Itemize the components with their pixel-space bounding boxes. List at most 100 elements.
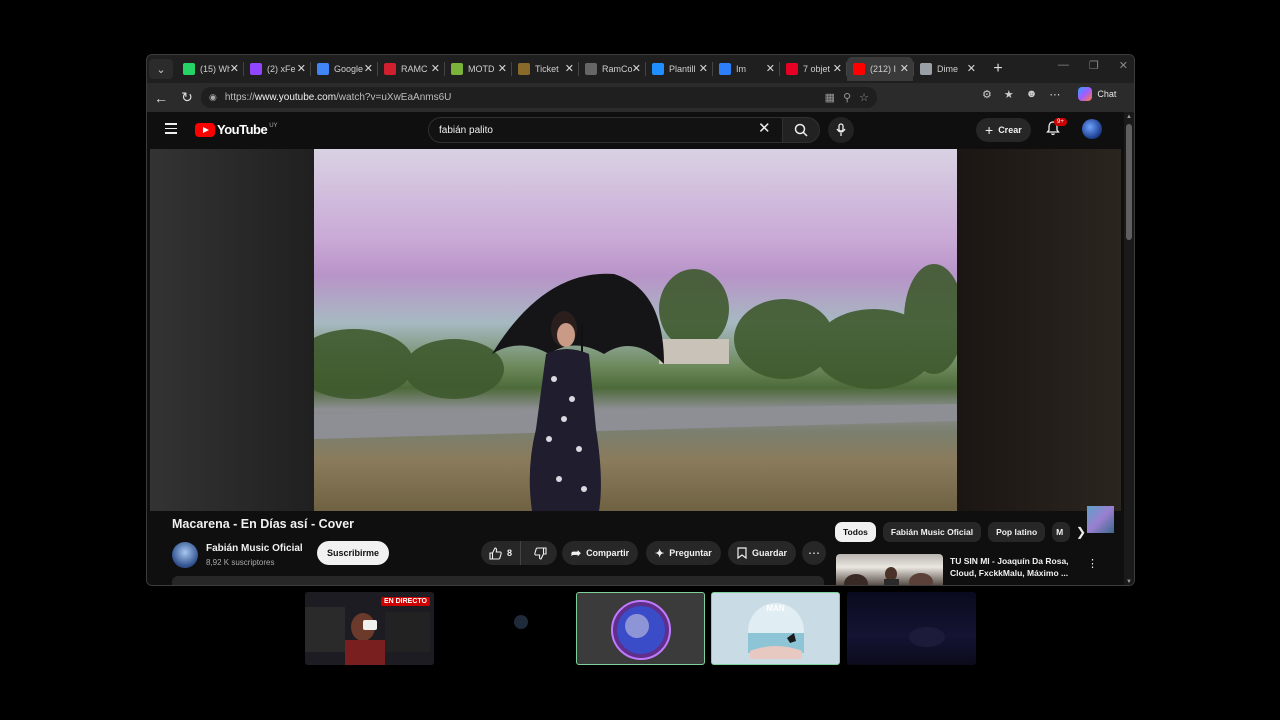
lock-icon[interactable]: ◉ [209, 92, 217, 103]
tab-close-icon[interactable]: ✕ [364, 62, 373, 75]
browser-tab[interactable]: Plantill ✕ [646, 57, 712, 81]
new-tab-plus-icon[interactable]: + [986, 60, 1010, 78]
like-button[interactable]: 8 [481, 541, 522, 565]
night-preview [909, 627, 945, 647]
user-avatar[interactable] [1082, 119, 1102, 139]
browser-tab[interactable]: Ticket ✕ [512, 57, 578, 81]
hamburger-menu-icon[interactable] [165, 123, 177, 137]
tab-label: Im [736, 64, 746, 74]
create-button[interactable]: + Crear [976, 118, 1031, 142]
browser-tab[interactable]: RAMC ✕ [378, 57, 444, 81]
save-button[interactable]: Guardar [728, 541, 797, 565]
share-button[interactable]: ➦ Compartir [562, 541, 639, 565]
plus-icon: + [985, 122, 994, 138]
search-button[interactable] [782, 117, 820, 143]
browser-tab[interactable]: (212) I ✕ [847, 57, 913, 81]
url-field[interactable]: ◉ https://www.youtube.com/watch?v=uXwEaA… [201, 87, 877, 108]
whatsapp-icon [183, 63, 195, 75]
apps-icon[interactable]: ▦ [825, 91, 835, 104]
scroll-down-arrow-icon[interactable]: ▼ [1126, 579, 1132, 585]
tab-close-icon[interactable]: ✕ [565, 62, 574, 75]
browser-tab[interactable]: RamCo ✕ [579, 57, 645, 81]
channel-avatar[interactable] [172, 542, 198, 568]
tab-close-icon[interactable]: ✕ [632, 62, 641, 75]
url-icons: ▦ ⚲ ☆ [825, 91, 869, 104]
tab-close-icon[interactable]: ✕ [900, 62, 909, 75]
video-frame[interactable] [314, 149, 957, 511]
profile-icon[interactable]: ☻ [1026, 88, 1038, 100]
chip-all[interactable]: Todos [835, 522, 876, 542]
tab-close-icon[interactable]: ✕ [766, 62, 775, 75]
recommendation-thumbnail[interactable] [836, 554, 943, 585]
clear-search-icon[interactable]: ✕ [758, 119, 771, 137]
browser-tab[interactable]: Google ✕ [311, 57, 377, 81]
youtube-logo[interactable]: YouTube UY [195, 122, 278, 137]
chip-pop-latino[interactable]: Pop latino [988, 522, 1046, 542]
minimize-icon[interactable]: — [1058, 59, 1069, 72]
window-controls: — ❐ ✕ [1058, 59, 1128, 72]
chip-channel[interactable]: Fabián Music Oficial [882, 522, 982, 542]
browser-tab[interactable]: 7 objet ✕ [780, 57, 846, 81]
search-query: fabián palito [439, 124, 493, 136]
window-thumbnail-man[interactable]: MAN [711, 592, 840, 665]
window-thumbnail-stream[interactable]: EN DIRECTO [305, 592, 434, 665]
browser-tab[interactable]: Im ✕ [713, 57, 779, 81]
tab-close-icon[interactable]: ✕ [297, 62, 306, 75]
globe-icon [920, 63, 932, 75]
recommendation-menu-icon[interactable]: ⋮ [1087, 557, 1098, 570]
tab-actions-chevron-icon[interactable]: ⌄ [149, 59, 173, 79]
window-thumbnail-night[interactable] [847, 592, 976, 665]
tab-label: (212) I [870, 64, 897, 74]
browser-tab[interactable]: (2) xFe ✕ [244, 57, 310, 81]
page-scrollbar[interactable]: ▲ ▼ [1124, 112, 1134, 585]
video-player[interactable] [150, 149, 1121, 533]
dislike-button[interactable] [526, 541, 555, 565]
window-thumbnail-dark[interactable] [441, 592, 570, 665]
reload-icon[interactable]: ↻ [174, 89, 200, 106]
youtube-play-icon [195, 122, 215, 137]
chips-next-chevron-icon[interactable]: ❯ [1076, 525, 1086, 539]
search-input[interactable]: fabián palito [428, 117, 786, 143]
description-box[interactable] [172, 576, 824, 585]
voice-search-button[interactable] [828, 117, 854, 143]
browser-tab[interactable]: (15) Wh ✕ [177, 57, 243, 81]
zoom-icon[interactable]: ⚲ [843, 91, 851, 104]
url-prefix: https:// [224, 92, 255, 103]
tab-close-icon[interactable]: ✕ [699, 62, 708, 75]
subscribe-button[interactable]: Suscribirme [317, 541, 390, 565]
extensions-icon[interactable]: ⚙ [982, 88, 992, 101]
sparkle-icon: ✦ [655, 547, 665, 560]
channel-name[interactable]: Fabián Music Oficial [206, 543, 303, 554]
close-window-icon[interactable]: ✕ [1119, 59, 1128, 72]
tab-label: RAMC [401, 64, 428, 74]
window-thumbnail-orb[interactable] [576, 592, 705, 665]
tab-close-icon[interactable]: ✕ [230, 62, 239, 75]
like-count: 8 [507, 548, 513, 558]
bookmark-icon [737, 547, 747, 559]
favorite-star-icon[interactable]: ☆ [859, 91, 869, 104]
restore-icon[interactable]: ❐ [1089, 59, 1099, 72]
country-code: UY [269, 122, 278, 129]
more-menu-icon[interactable]: ⋯ [1049, 88, 1060, 101]
miniplayer-thumbnail[interactable] [1087, 506, 1114, 533]
tab-close-icon[interactable]: ✕ [967, 62, 976, 75]
tab-label: (2) xFe [267, 64, 296, 74]
ask-button[interactable]: ✦ Preguntar [646, 541, 721, 565]
browser-tab[interactable]: Dime ✕ [914, 57, 980, 81]
copilot-button[interactable]: Chat [1078, 87, 1116, 101]
tab-label: Plantill [669, 64, 696, 74]
scroll-up-arrow-icon[interactable]: ▲ [1126, 114, 1132, 120]
recommendation-title[interactable]: TU SIN MI - Joaquín Da Rosa, Cloud, Fxck… [950, 555, 1076, 579]
tab-close-icon[interactable]: ✕ [498, 62, 507, 75]
screen: ⌄ (15) Wh ✕ (2) xFe ✕ Google ✕ RAMC ✕ MOTD ✕ Ticke… [0, 0, 1280, 720]
tab-label: 7 objet [803, 64, 831, 74]
more-actions-icon[interactable]: ⋯ [802, 541, 826, 565]
tab-close-icon[interactable]: ✕ [431, 62, 440, 75]
chip-more[interactable]: M [1052, 522, 1071, 542]
browser-tab[interactable]: MOTD ✕ [445, 57, 511, 81]
favorites-icon[interactable]: ★ [1004, 88, 1014, 101]
scrollbar-thumb[interactable] [1126, 124, 1132, 240]
toolbar-right: ⚙ ★ ☻ ⋯ Chat [982, 87, 1116, 101]
back-arrow-icon[interactable]: ← [148, 90, 174, 106]
tab-close-icon[interactable]: ✕ [833, 62, 842, 75]
